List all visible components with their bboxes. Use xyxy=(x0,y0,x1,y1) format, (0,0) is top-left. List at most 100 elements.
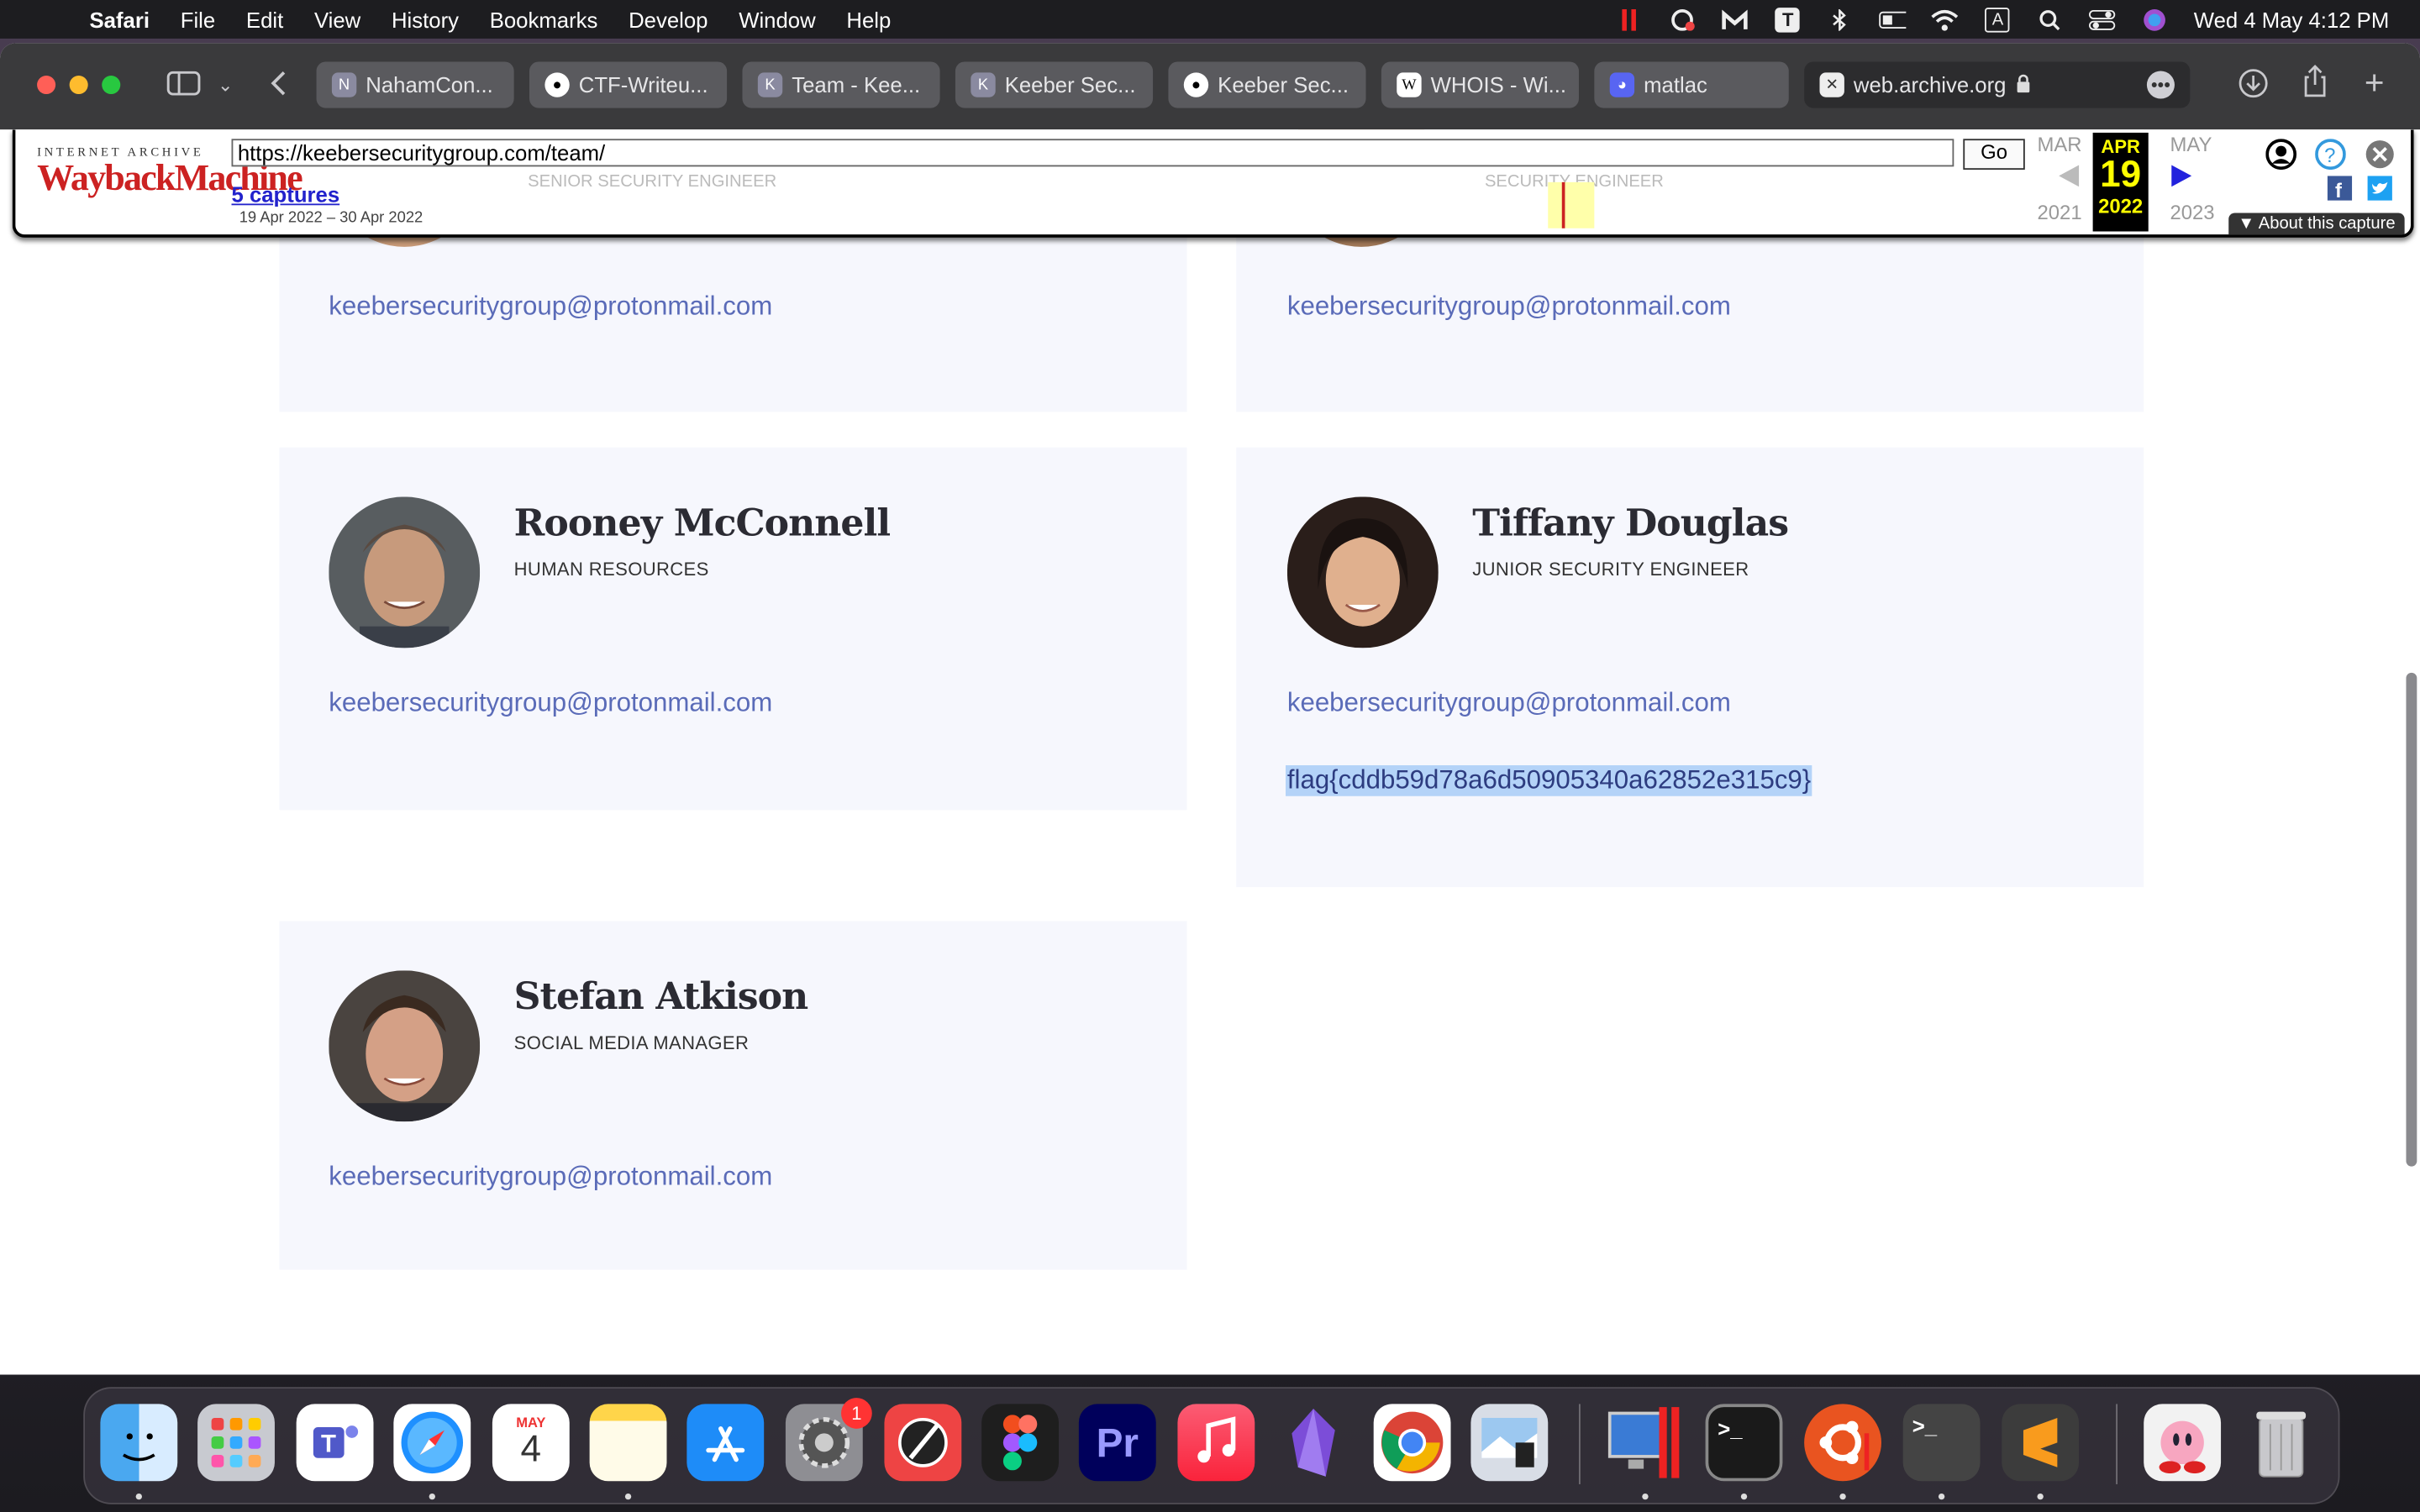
safari-icon[interactable] xyxy=(393,1404,471,1482)
zoom-window-button[interactable] xyxy=(102,76,121,95)
wayback-url-input[interactable] xyxy=(231,139,1954,167)
parallels-status-icon[interactable] xyxy=(1617,8,1644,30)
tab-nahamcon[interactable]: N NahamCon... xyxy=(316,61,514,108)
page-scrollbar[interactable] xyxy=(2406,672,2417,1167)
terminal-icon[interactable]: >_ xyxy=(1705,1404,1783,1482)
prev-capture-arrow-icon[interactable] xyxy=(2056,164,2081,197)
wayback-captures-link[interactable]: 5 captures xyxy=(232,182,340,207)
menu-app-name[interactable]: Safari xyxy=(90,7,150,31)
member-email-link[interactable]: keebersecuritygroup@protonmail.com xyxy=(1287,688,1731,719)
wayback-go-button[interactable]: Go xyxy=(1963,139,2025,171)
wayback-logo[interactable]: INTERNET ARCHIVE WaybackMachine xyxy=(37,145,303,199)
back-arrow-icon[interactable] xyxy=(269,70,287,105)
input-source-status-icon[interactable]: A xyxy=(1984,7,2012,32)
tab-web-archive[interactable]: ✕ web.archive.org ••• xyxy=(1804,61,2191,108)
nahamcon-favicon-icon: N xyxy=(331,72,357,97)
malwarebytes-status-icon[interactable] xyxy=(1722,8,1749,30)
typeface-status-icon[interactable]: T xyxy=(1774,7,1802,32)
preview-icon[interactable] xyxy=(1470,1404,1549,1482)
keeber-favicon-icon: K xyxy=(971,72,996,97)
creative-cloud-status-icon[interactable] xyxy=(1669,8,1697,30)
tab-keeber-security[interactable]: K Keeber Sec... xyxy=(955,61,1154,108)
help-icon[interactable]: ? xyxy=(2315,139,2346,177)
more-options-icon[interactable]: ••• xyxy=(2146,71,2175,99)
siri-icon[interactable] xyxy=(2141,8,2169,30)
instruments-icon[interactable] xyxy=(884,1404,962,1482)
archive-favicon-icon: ✕ xyxy=(1819,72,1844,97)
menu-window[interactable]: Window xyxy=(739,7,815,31)
tab-label: matlac xyxy=(1644,72,1707,97)
team-card-tiffany: Tiffany Douglas JUNIOR SECURITY ENGINEER… xyxy=(1236,447,2144,888)
sublime-text-icon[interactable] xyxy=(2002,1404,2080,1482)
svg-text:T: T xyxy=(321,1430,336,1457)
control-center-icon[interactable] xyxy=(2089,8,2117,30)
close-window-button[interactable] xyxy=(37,76,56,95)
running-indicator xyxy=(2037,1493,2044,1500)
chrome-icon[interactable] xyxy=(1373,1404,1451,1482)
notes-icon[interactable] xyxy=(589,1404,667,1482)
tab-label: WHOIS - Wi... xyxy=(1430,72,1567,97)
obsidian-icon[interactable] xyxy=(1275,1404,1352,1481)
facebook-share-icon[interactable]: f xyxy=(2327,176,2353,208)
running-indicator xyxy=(1839,1493,1846,1500)
menu-history[interactable]: History xyxy=(392,7,459,31)
keeber-favicon-icon: K xyxy=(757,72,783,97)
launchpad-icon[interactable] xyxy=(197,1404,275,1482)
tab-whois-wiki[interactable]: W WHOIS - Wi... xyxy=(1381,61,1579,108)
close-wayback-icon[interactable] xyxy=(2365,139,2396,177)
dock-divider xyxy=(2116,1404,2118,1484)
tab-label: Keeber Sec... xyxy=(1218,72,1349,97)
menu-help[interactable]: Help xyxy=(846,7,891,31)
bluetooth-status-icon[interactable] xyxy=(1827,8,1854,30)
battery-status-icon[interactable] xyxy=(1879,8,1907,30)
member-email-link[interactable]: keebersecuritygroup@protonmail.com xyxy=(329,1162,772,1193)
member-email-link[interactable]: keebersecuritygroup@protonmail.com xyxy=(329,291,772,323)
parallels-terminal-icon[interactable]: >_ xyxy=(1902,1404,1981,1482)
calendar-icon[interactable]: MAY 4 xyxy=(492,1404,570,1482)
wikipedia-favicon-icon: W xyxy=(1397,72,1422,97)
tab-ctf-writeups[interactable]: ● CTF-Writeu... xyxy=(529,61,728,108)
menu-file[interactable]: File xyxy=(181,7,215,31)
member-email-link[interactable]: keebersecuritygroup@protonmail.com xyxy=(329,688,772,719)
address-bar-domain[interactable]: web.archive.org xyxy=(1854,72,2007,97)
menu-edit[interactable]: Edit xyxy=(246,7,283,31)
trash-icon[interactable] xyxy=(2243,1404,2320,1481)
menu-view[interactable]: View xyxy=(314,7,360,31)
chevron-down-icon[interactable]: ⌄ xyxy=(218,74,233,96)
app-store-icon[interactable] xyxy=(687,1404,765,1482)
wayback-calendar-nav: MAR 2021 APR 19 2022 MAY 2023 xyxy=(2037,132,2222,232)
user-account-icon[interactable] xyxy=(2265,139,2297,177)
wifi-status-icon[interactable] xyxy=(1932,8,1960,30)
tab-label: CTF-Writeu... xyxy=(578,72,708,97)
window-controls xyxy=(37,76,121,95)
share-icon[interactable] xyxy=(2302,65,2329,107)
github-favicon-icon: ● xyxy=(544,72,570,97)
spotlight-search-icon[interactable] xyxy=(2036,8,2064,30)
music-icon[interactable] xyxy=(1177,1404,1255,1482)
tab-team-keeber[interactable]: K Team - Kee... xyxy=(742,61,940,108)
finder-icon[interactable] xyxy=(100,1404,178,1482)
hidden-flag-text[interactable]: flag{cddb59d78a6d50905340a62852e315c9} xyxy=(1286,765,1813,796)
about-capture-button[interactable]: ▼ About this capture xyxy=(2228,213,2405,235)
premiere-pro-icon[interactable]: Pr xyxy=(1078,1404,1156,1482)
menu-clock[interactable]: Wed 4 May 4:12 PM xyxy=(2194,7,2389,31)
calendar-day: 4 xyxy=(520,1428,542,1471)
twitter-share-icon[interactable] xyxy=(2367,176,2392,208)
minimize-window-button[interactable] xyxy=(69,76,88,95)
kirby-folder-icon[interactable] xyxy=(2144,1404,2222,1482)
sidebar-toggle-icon[interactable] xyxy=(166,70,201,105)
figma-icon[interactable] xyxy=(981,1404,1060,1482)
tab-discord-matlac[interactable]: ◕ matlac xyxy=(1594,61,1789,108)
teams-icon[interactable]: T xyxy=(296,1404,374,1482)
new-tab-plus-icon[interactable]: + xyxy=(2365,63,2385,103)
parallels-windows-icon[interactable] xyxy=(1607,1404,1684,1481)
ubuntu-vm-icon[interactable] xyxy=(1804,1404,1881,1482)
menu-develop[interactable]: Develop xyxy=(629,7,708,31)
tab-keeber-github[interactable]: ● Keeber Sec... xyxy=(1168,61,1366,108)
menu-bookmarks[interactable]: Bookmarks xyxy=(490,7,598,31)
next-capture-arrow-icon[interactable] xyxy=(2170,164,2194,197)
capture-sparkline[interactable] xyxy=(455,181,2014,228)
member-email-link[interactable]: keebersecuritygroup@protonmail.com xyxy=(1287,291,1731,323)
svg-text:f: f xyxy=(2335,180,2342,201)
downloads-icon[interactable] xyxy=(2238,68,2269,107)
